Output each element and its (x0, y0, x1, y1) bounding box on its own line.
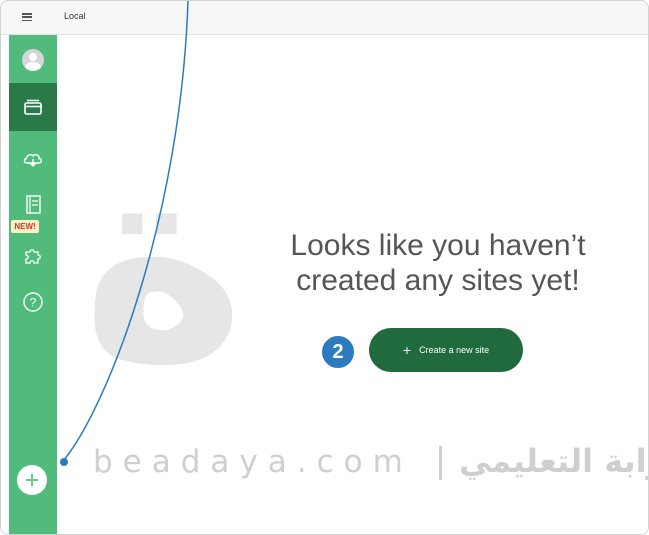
help-icon: ? (23, 292, 43, 312)
avatar-icon (22, 49, 44, 71)
sidebar-item-help[interactable]: ? (9, 285, 57, 319)
cloud-icon (23, 153, 42, 167)
plus-icon (26, 474, 38, 486)
sidebar-item-add-ons[interactable] (9, 238, 57, 272)
sidebar-item-cloud[interactable] (9, 139, 57, 179)
add-site-button[interactable] (15, 463, 49, 497)
empty-state-message: Looks like you haven’t created any sites… (238, 228, 638, 298)
watermark-text: beadaya.com (93, 444, 413, 480)
blueprint-icon (26, 195, 41, 214)
watermark-divider (439, 446, 442, 480)
new-badge: NEW! (11, 220, 39, 233)
step-number-badge: 2 (320, 334, 356, 370)
watermark-logo: ة (81, 98, 247, 424)
empty-state-line1: Looks like you haven’t (290, 229, 586, 262)
user-avatar-button[interactable] (9, 45, 57, 75)
create-new-site-label: Create a new site (419, 345, 490, 355)
window-title: Local (64, 11, 86, 21)
puzzle-icon (25, 249, 41, 264)
app-window: Local NEW! ? ة Looks like you haven’t cr… (0, 0, 649, 535)
hamburger-menu-icon[interactable] (22, 13, 32, 22)
sidebar-item-local-sites[interactable] (9, 83, 57, 131)
sidebar-item-blueprints[interactable] (9, 187, 57, 221)
svg-text:?: ? (30, 296, 37, 310)
watermark-arabic-text: بوابة التعليمي (459, 442, 648, 480)
sites-icon (24, 99, 42, 115)
empty-state-line2: created any sites yet! (296, 264, 580, 297)
create-new-site-button[interactable]: + Create a new site (369, 328, 523, 372)
sidebar: NEW! ? (9, 35, 57, 534)
title-bar: Local (1, 1, 648, 35)
plus-icon: + (402, 342, 412, 358)
